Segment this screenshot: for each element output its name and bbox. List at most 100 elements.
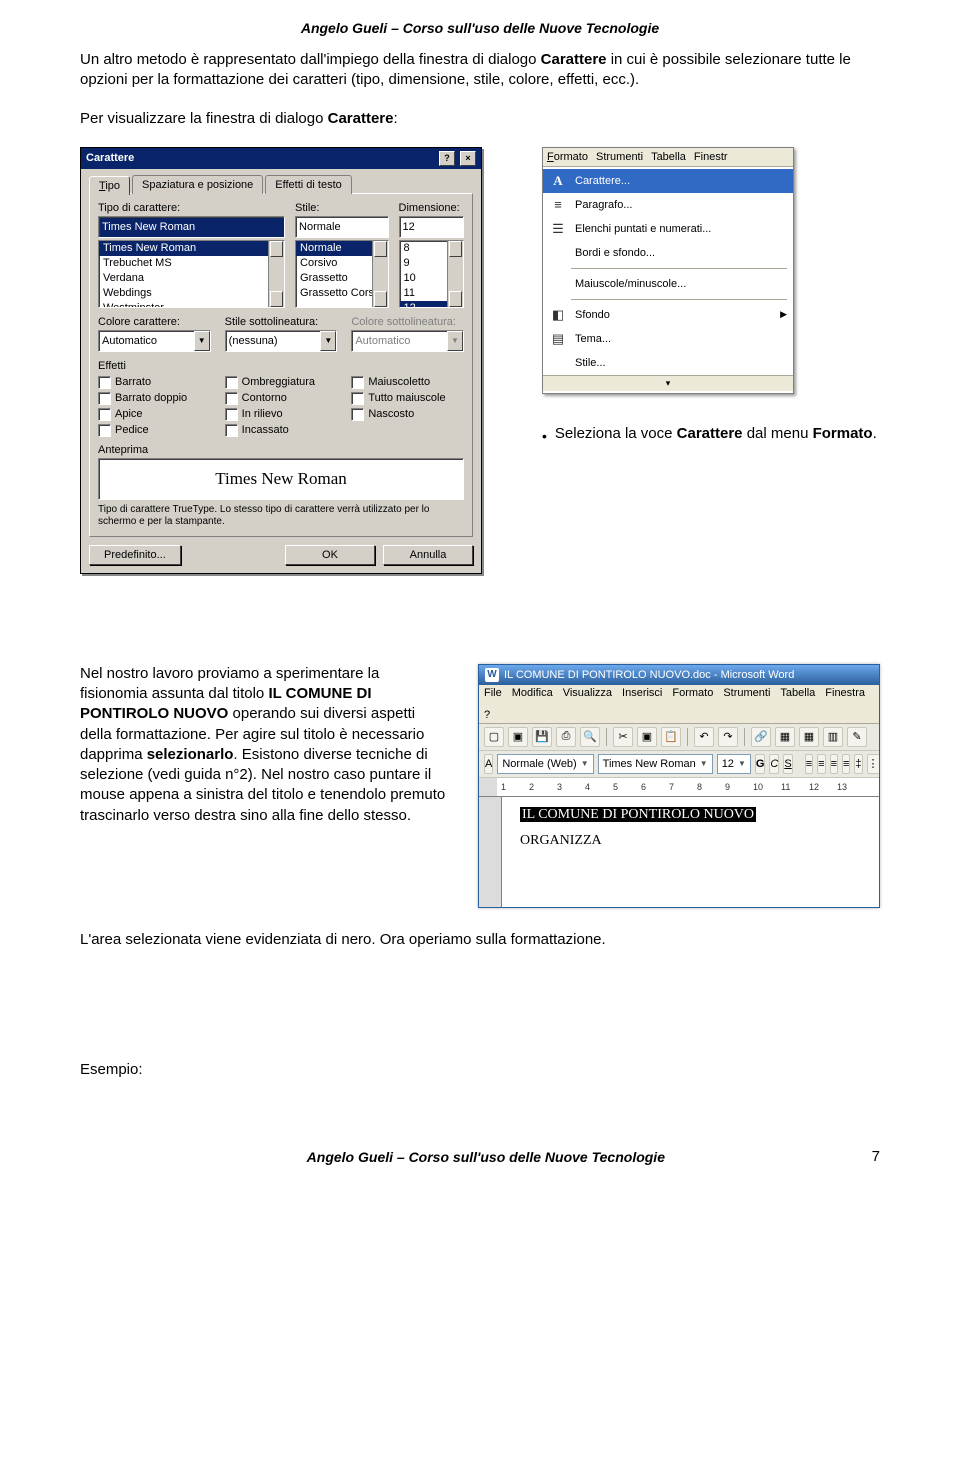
dialog-tabs: TTipoipo Spaziatura e posizione Effetti … [89, 175, 473, 194]
underline-style-combo[interactable]: (nessuna)▼ [225, 330, 338, 352]
font-combo[interactable]: Times New Roman▼ [598, 754, 713, 774]
menu-item-carattere[interactable]: A Carattere... [543, 169, 793, 193]
open-icon[interactable]: ▣ [508, 727, 528, 747]
list-item[interactable]: Webdings [99, 286, 284, 301]
ok-button[interactable]: OK [285, 545, 375, 565]
paragraph-show-dialog: Per visualizzare la finestra di dialogo … [80, 109, 880, 129]
hyperlink-icon[interactable]: 🔗 [751, 727, 771, 747]
menu-strumenti[interactable]: Strumenti [723, 687, 770, 699]
vertical-ruler[interactable] [479, 797, 502, 907]
checkbox-maiuscoletto[interactable]: Maiuscoletto [351, 375, 464, 390]
menu-item-elenchi[interactable]: ☰ Elenchi puntati e numerati... [543, 217, 793, 241]
menu-formato[interactable]: Formato [547, 151, 588, 163]
cut-icon[interactable]: ✂ [613, 727, 633, 747]
checkbox-apice[interactable]: Apice [98, 407, 211, 422]
italic-button[interactable]: C [769, 754, 779, 774]
checkbox-barrato[interactable]: Barrato [98, 375, 211, 390]
size-combo[interactable]: 12▼ [717, 754, 751, 774]
document-area[interactable]: IL COMUNE DI PONTIROLO NUOVO ORGANIZZA [502, 797, 879, 907]
menu-inserisci[interactable]: Inserisci [622, 687, 662, 699]
size-input[interactable]: 12 [399, 216, 464, 238]
style-combo[interactable]: Normale (Web)▼ [497, 754, 593, 774]
menu-strumenti[interactable]: Strumenti [596, 151, 643, 163]
menu-item-stile[interactable]: Stile... [543, 351, 793, 375]
size-list[interactable]: 8 9 10 11 12 [399, 240, 464, 308]
checkbox-rilievo[interactable]: In rilievo [225, 407, 338, 422]
align-right-icon[interactable]: ≡ [830, 754, 838, 774]
style-list[interactable]: Normale Corsivo Grassetto Grassetto Cors… [295, 240, 389, 308]
numbering-icon[interactable]: ⋮≡ [867, 754, 879, 774]
checkbox-nascosto[interactable]: Nascosto [351, 407, 464, 422]
align-center-icon[interactable]: ≡ [817, 754, 825, 774]
menu-formato[interactable]: Formato [672, 687, 713, 699]
menu-expand-icon[interactable]: ▾ [543, 375, 793, 391]
menu-item-bordi[interactable]: Bordi e sfondo... [543, 241, 793, 265]
checkbox-pedice[interactable]: Pedice [98, 423, 211, 438]
menu-modifica[interactable]: Modifica [512, 687, 553, 699]
annulla-button[interactable]: Annulla [383, 545, 473, 565]
checkbox-incassato[interactable]: Incassato [225, 423, 338, 438]
style-input[interactable]: Normale [295, 216, 389, 238]
bold-button[interactable]: G [755, 754, 766, 774]
menu-item-maiuscole[interactable]: Maiuscole/minuscole... [543, 272, 793, 296]
tab-effetti-testo[interactable]: Effetti di testo [265, 175, 351, 194]
new-doc-icon[interactable]: ▢ [484, 727, 504, 747]
horizontal-ruler[interactable]: 12345678910111213 [479, 778, 879, 797]
line-spacing-icon[interactable]: ‡ [854, 754, 862, 774]
label-tipo-carattere: Tipo di carattere: [98, 202, 285, 214]
scrollbar[interactable] [447, 241, 463, 307]
word-menubar: File Modifica Visualizza Inserisci Forma… [479, 685, 879, 724]
menu-visualizza[interactable]: Visualizza [563, 687, 612, 699]
font-preview: Times New Roman [98, 458, 464, 500]
print-icon[interactable]: ⎙ [556, 727, 576, 747]
menu-item-tema[interactable]: ▤ Tema... [543, 327, 793, 351]
close-button[interactable]: × [460, 151, 476, 166]
menu-help[interactable]: ? [484, 709, 490, 721]
tab-spaziatura[interactable]: Spaziatura e posizione [132, 175, 263, 194]
justify-icon[interactable]: ≡ [842, 754, 850, 774]
drawing-icon[interactable]: ✎ [847, 727, 867, 747]
color-combo[interactable]: Automatico▼ [98, 330, 211, 352]
menu-finestra[interactable]: Finestra [825, 687, 865, 699]
menu-file[interactable]: File [484, 687, 502, 699]
text: : [394, 110, 398, 127]
menu-item-sfondo[interactable]: ◧ Sfondo ▶ [543, 303, 793, 327]
text-bold: Carattere [541, 51, 607, 68]
menu-tabella[interactable]: Tabella [651, 151, 686, 163]
predefinito-button[interactable]: Predefinito... [89, 545, 181, 565]
checkbox-contorno[interactable]: Contorno [225, 391, 338, 406]
checkbox-tutto-maiuscole[interactable]: Tutto maiuscole [351, 391, 464, 406]
checkbox-ombreggiatura[interactable]: Ombreggiatura [225, 375, 338, 390]
scrollbar[interactable] [268, 241, 284, 307]
insert-table-icon[interactable]: ▦ [799, 727, 819, 747]
underline-button[interactable]: S [783, 754, 792, 774]
menu-item-paragrafo[interactable]: ≡ Paragrafo... [543, 193, 793, 217]
copy-icon[interactable]: ▣ [637, 727, 657, 747]
columns-icon[interactable]: ▥ [823, 727, 843, 747]
word-w-icon: W [485, 668, 499, 682]
save-icon[interactable]: 💾 [532, 727, 552, 747]
align-left-icon[interactable]: ≡ [805, 754, 813, 774]
font-list[interactable]: Times New Roman Trebuchet MS Verdana Web… [98, 240, 285, 308]
redo-icon[interactable]: ↷ [718, 727, 738, 747]
scrollbar[interactable] [372, 241, 388, 307]
list-item[interactable]: Westminster [99, 301, 284, 308]
menu-finestra[interactable]: Finestr [694, 151, 728, 163]
help-button[interactable]: ? [439, 151, 455, 166]
preview-icon[interactable]: 🔍 [580, 727, 600, 747]
undo-icon[interactable]: ↶ [694, 727, 714, 747]
paste-icon[interactable]: 📋 [661, 727, 681, 747]
toolbar-separator [606, 728, 607, 746]
list-item[interactable]: Verdana [99, 271, 284, 286]
styles-icon[interactable]: A [484, 754, 493, 774]
word-window: W IL COMUNE DI PONTIROLO NUOVO.doc - Mic… [478, 664, 880, 908]
list-item[interactable]: Trebuchet MS [99, 256, 284, 271]
checkbox-barrato-doppio[interactable]: Barrato doppio [98, 391, 211, 406]
tab-tipo[interactable]: TTipoipo [89, 176, 130, 195]
menu-tabella[interactable]: Tabella [780, 687, 815, 699]
label-anteprima: Anteprima [98, 444, 464, 456]
list-item[interactable]: Times New Roman [99, 241, 284, 256]
esempio-label: Esempio: [80, 1060, 880, 1080]
tables-icon[interactable]: ▦ [775, 727, 795, 747]
font-name-input[interactable]: Times New Roman [98, 216, 285, 238]
